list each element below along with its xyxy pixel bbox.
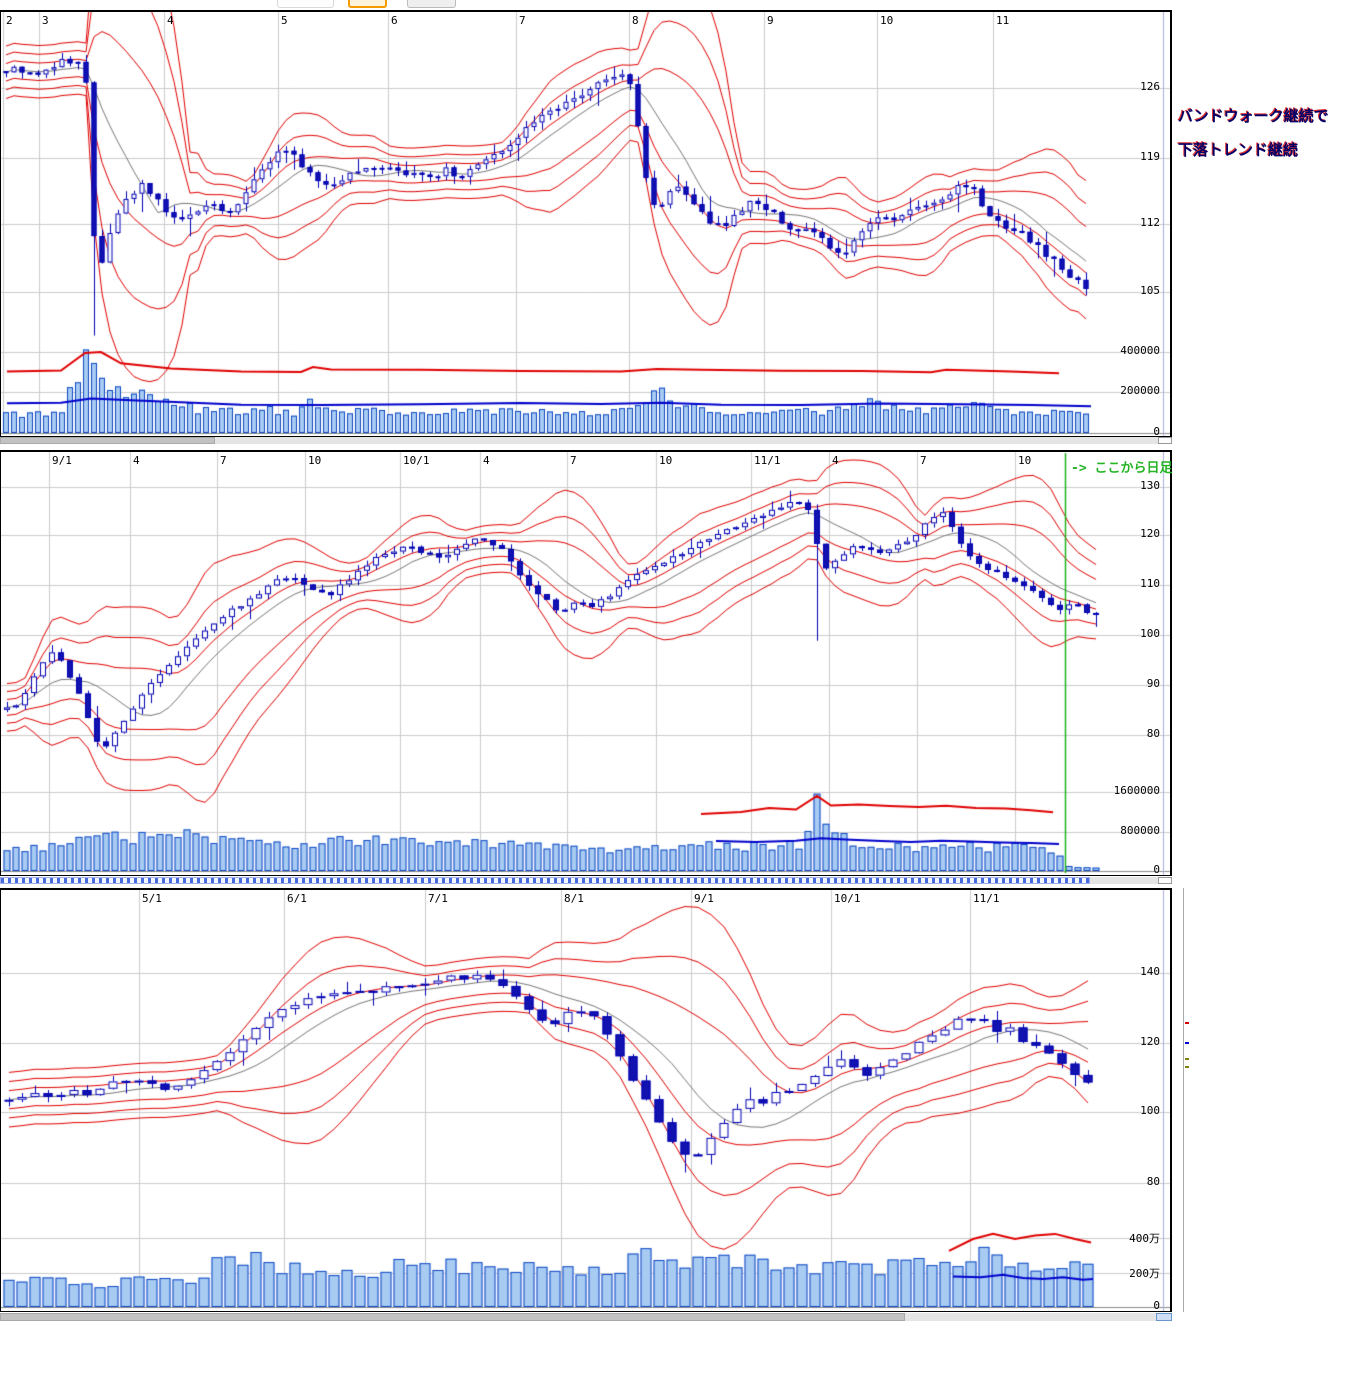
x-axis-tick-label: 9/1	[694, 892, 714, 905]
clipped-legend-blue-mark	[1185, 1042, 1189, 1044]
x-axis-tick-label: 10	[659, 454, 672, 467]
horizontal-scrollbar-3[interactable]	[0, 1313, 1172, 1321]
y-axis-tick-label: 0	[1090, 1299, 1160, 1312]
bandwalk-annotation: バンドウォーク継続で 下落トレンド継続	[1178, 100, 1329, 168]
x-axis-tick-label: 4	[483, 454, 490, 467]
daily-from-here-annotation: -> ここから日足	[1071, 457, 1172, 476]
x-axis-tick-label: 7/1	[428, 892, 448, 905]
y-axis-tick-label: 119	[1090, 150, 1160, 163]
bandwalk-annotation-line1: バンドウォーク継続で	[1178, 100, 1329, 134]
x-axis-tick-label: 10/1	[834, 892, 861, 905]
scrollbar-thumb[interactable]	[0, 437, 215, 444]
x-axis-tick-label: 2	[6, 14, 13, 27]
candlestick-chart-canvas-monthly[interactable]	[1, 12, 1170, 436]
scrollbar-button[interactable]	[1156, 1313, 1172, 1321]
x-axis-tick-label: 11/1	[754, 454, 781, 467]
y-axis-tick-label: 112	[1090, 216, 1160, 229]
y-axis-tick-label: 200000	[1090, 384, 1160, 397]
clipped-legend-red-mark	[1185, 1022, 1189, 1024]
x-axis-tick-label: 11	[996, 14, 1009, 27]
toolbar-button-partial-3[interactable]	[407, 0, 456, 8]
y-axis-tick-label: 400000	[1090, 344, 1160, 357]
scrollbar-button[interactable]	[1158, 877, 1172, 884]
y-axis-tick-label: 90	[1090, 677, 1160, 690]
x-axis-tick-label: 7	[920, 454, 927, 467]
x-axis-tick-label: 9	[767, 14, 774, 27]
toolbar-button-partial-1[interactable]	[277, 0, 334, 8]
x-axis-tick-label: 10/1	[403, 454, 430, 467]
y-axis-tick-label: 105	[1090, 284, 1160, 297]
scrollbar-thumb[interactable]	[0, 1313, 905, 1321]
y-axis-tick-label: 800000	[1090, 824, 1160, 837]
y-axis-tick-label: 100	[1090, 1104, 1160, 1117]
y-axis-tick-label: 120	[1090, 527, 1160, 540]
y-axis-tick-label: 126	[1090, 80, 1160, 93]
x-axis-tick-label: 6	[391, 14, 398, 27]
y-axis-tick-label: 1600000	[1090, 784, 1160, 797]
x-axis-tick-label: 9/1	[52, 454, 72, 467]
charting-app-screen: 2 3 4 5 6 7 8 9 10 11 126 119 112 105 400000 200000 0 9/…	[0, 0, 1366, 1376]
horizontal-scrollbar-1[interactable]	[0, 437, 1172, 444]
x-axis-tick-label: 5	[281, 14, 288, 27]
chart-panel-monthly: 2345678910111261191121054000002000000	[0, 10, 1172, 437]
clipped-window-border	[1183, 888, 1184, 1312]
x-axis-tick-label: 8/1	[564, 892, 584, 905]
x-axis-tick-label: 11/1	[973, 892, 1000, 905]
x-axis-tick-label: 7	[570, 454, 577, 467]
x-axis-tick-label: 10	[880, 14, 893, 27]
x-axis-tick-label: 3	[42, 14, 49, 27]
scrollbar-thumb-dashed[interactable]	[0, 877, 1090, 884]
y-axis-tick-label: 80	[1090, 1175, 1160, 1188]
scrollbar-button[interactable]	[1158, 437, 1172, 444]
candlestick-chart-canvas-hourly[interactable]	[1, 452, 1170, 875]
y-axis-tick-label: 130	[1090, 479, 1160, 492]
bandwalk-annotation-line2: 下落トレンド継続	[1178, 134, 1329, 168]
clipped-legend-olive-mark	[1185, 1058, 1189, 1060]
candlestick-chart-canvas-daily[interactable]	[1, 890, 1170, 1311]
y-axis-tick-label: 120	[1090, 1035, 1160, 1048]
x-axis-tick-label: 6/1	[287, 892, 307, 905]
horizontal-scrollbar-2[interactable]	[0, 877, 1172, 884]
y-axis-tick-label: 400万	[1090, 1230, 1160, 1246]
x-axis-tick-label: 8	[632, 14, 639, 27]
y-axis-tick-label: 80	[1090, 727, 1160, 740]
clipped-legend-olive-mark	[1185, 1066, 1189, 1068]
x-axis-tick-label: 10	[1018, 454, 1031, 467]
toolbar-button-partial-2[interactable]	[348, 0, 387, 8]
x-axis-tick-label: 7	[519, 14, 526, 27]
clipped-window-edge	[1180, 888, 1190, 1312]
x-axis-tick-label: 4	[133, 454, 140, 467]
x-axis-tick-label: 4	[832, 454, 839, 467]
x-axis-tick-label: 10	[308, 454, 321, 467]
y-axis-tick-label: 110	[1090, 577, 1160, 590]
y-axis-tick-label: 200万	[1090, 1265, 1160, 1281]
x-axis-tick-label: 5/1	[142, 892, 162, 905]
chart-panel-daily: 5/1 6/1 7/1 8/1 9/1 10/1 11/1 140 120 100 80 400万 20…	[0, 888, 1172, 1312]
x-axis-tick-label: 4	[167, 14, 174, 27]
x-axis-tick-label: 7	[220, 454, 227, 467]
y-axis-tick-label: 140	[1090, 965, 1160, 978]
y-axis-tick-label: 0	[1090, 863, 1160, 876]
chart-panel-hourly: 9/1 4 7 10 10/1 4 7 10 11/1 4 7 10 130 120 110 100 90 80 1…	[0, 450, 1172, 876]
y-axis-tick-label: 100	[1090, 627, 1160, 640]
